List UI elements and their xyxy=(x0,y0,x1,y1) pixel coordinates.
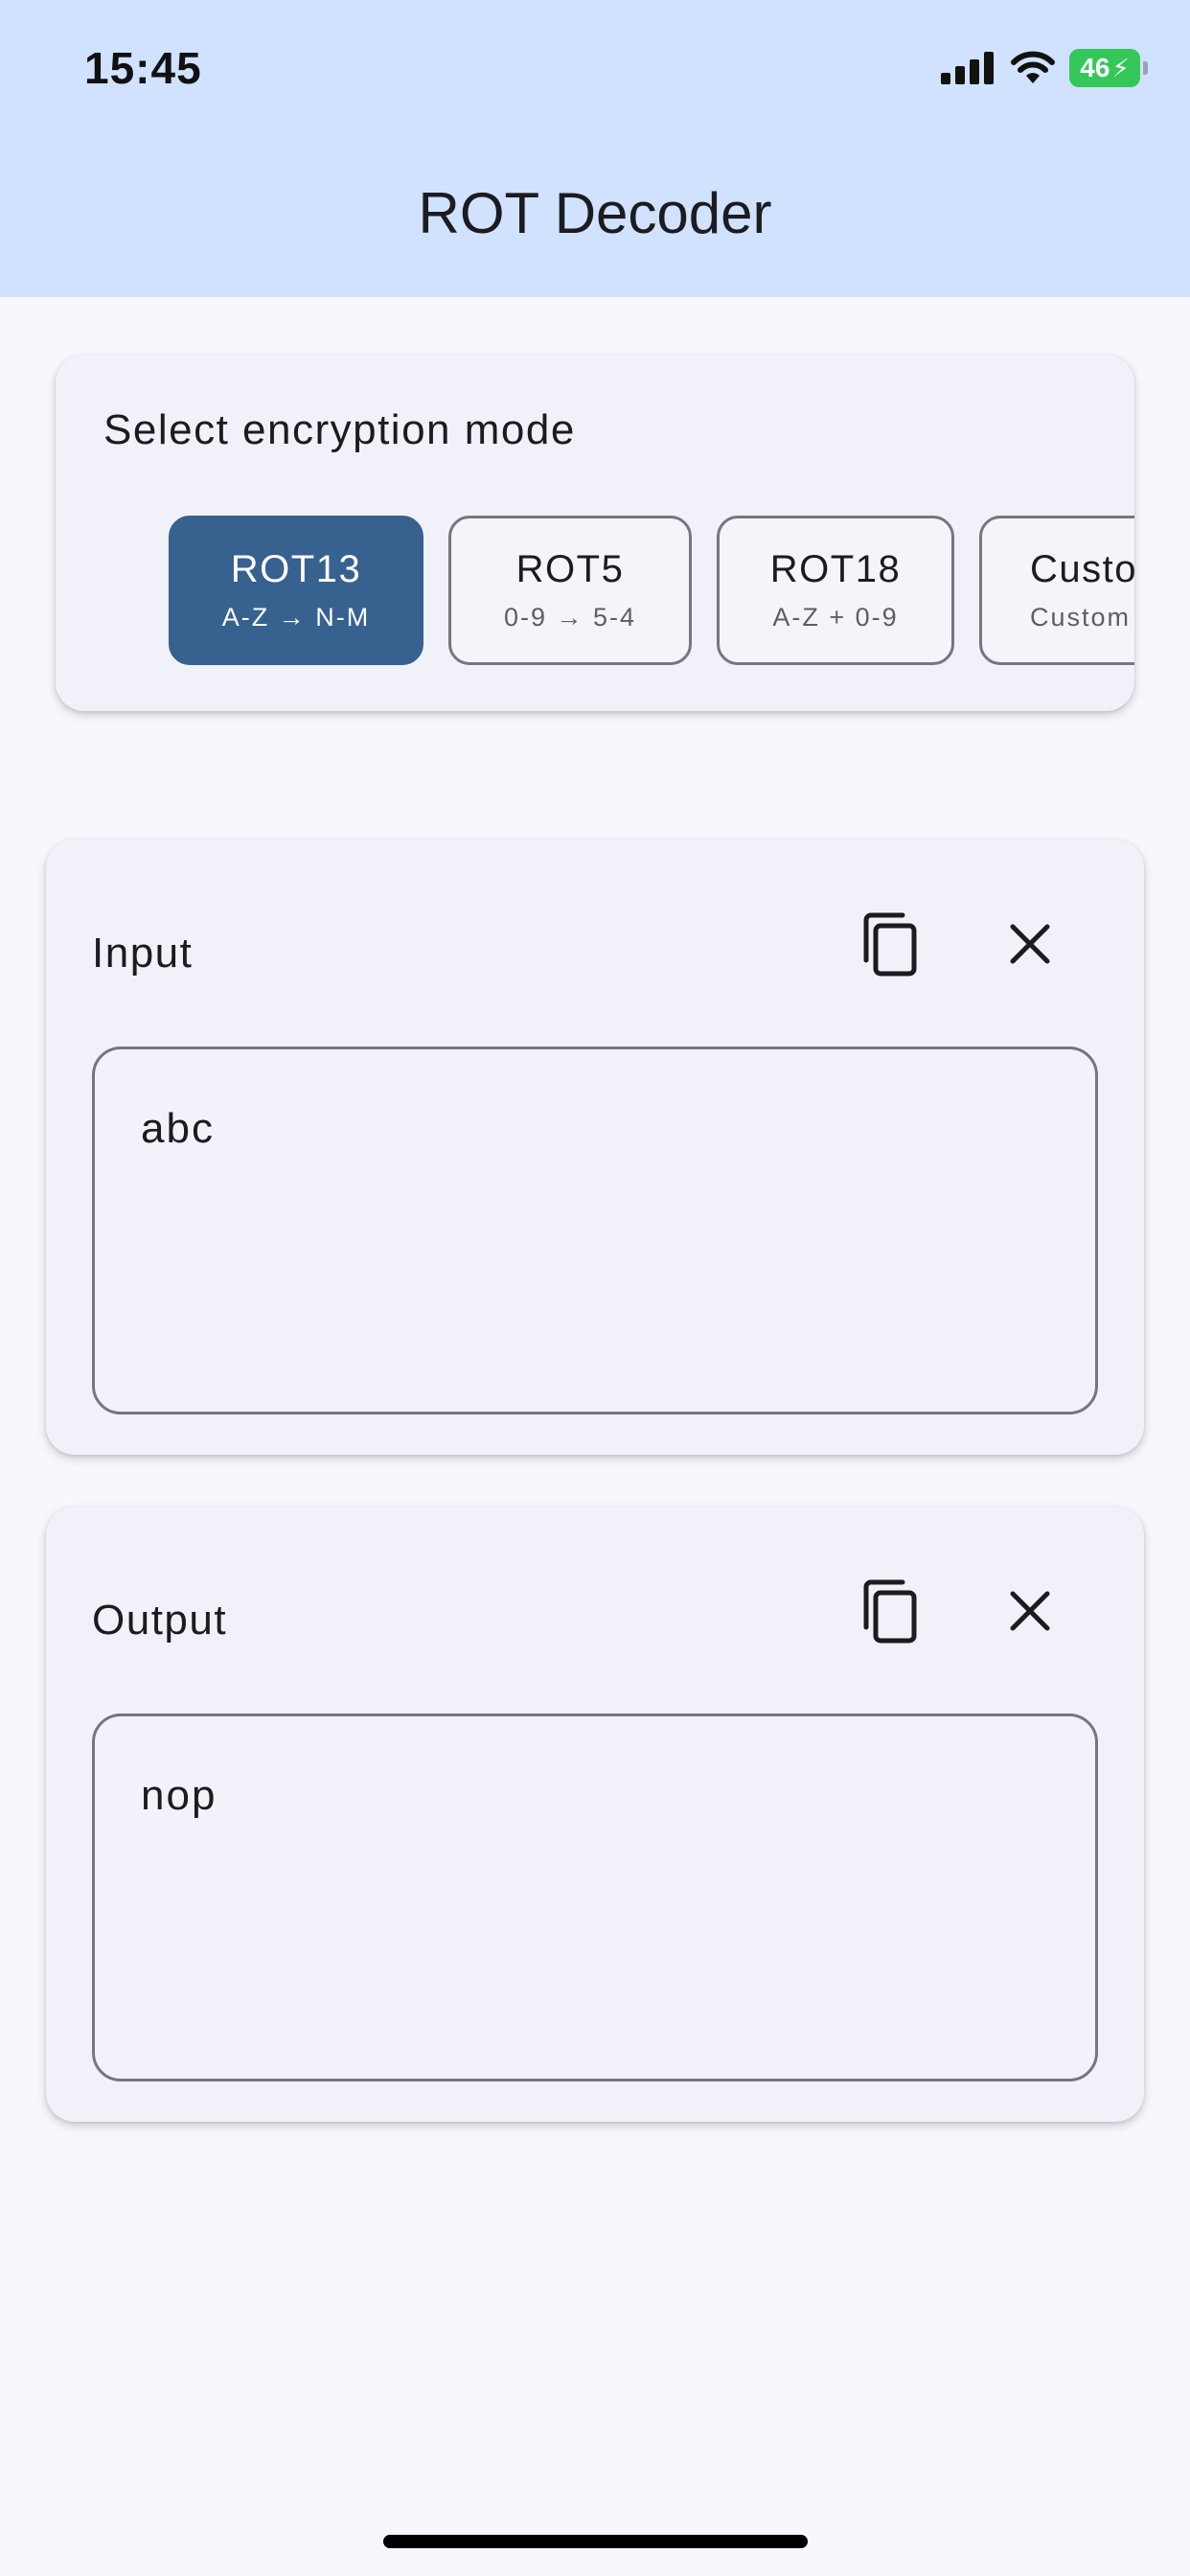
output-copy-button[interactable] xyxy=(847,1568,933,1654)
cellular-signal-icon xyxy=(941,52,994,84)
wifi-icon xyxy=(1011,51,1055,83)
chip-label: ROT13 xyxy=(230,548,362,590)
chip-sublabel: Custom xyxy=(1030,603,1132,632)
input-value: abc xyxy=(141,1105,215,1152)
chip-sublabel: A-Z → N-M xyxy=(221,603,371,632)
chip-label: ROT18 xyxy=(769,548,902,590)
charging-bolt-icon: ⚡ xyxy=(1111,53,1130,82)
close-icon xyxy=(1010,1591,1050,1631)
input-clear-button[interactable] xyxy=(987,901,1073,987)
status-time: 15:45 xyxy=(84,43,202,93)
home-indicator[interactable] xyxy=(383,2535,808,2548)
close-icon xyxy=(1010,924,1050,964)
mode-chip-rot18[interactable]: ROT18 A-Z + 0-9 xyxy=(717,516,954,665)
input-title: Input xyxy=(92,930,194,977)
app-header: 15:45 46 ⚡ ROT Decoder xyxy=(0,0,1190,297)
chip-label: Custo xyxy=(1030,548,1134,590)
chip-sublabel: A-Z + 0-9 xyxy=(772,603,899,632)
status-icons: 46 ⚡ xyxy=(941,46,1148,90)
output-text-field[interactable]: nop xyxy=(92,1714,1098,2082)
input-text-field[interactable]: abc xyxy=(92,1046,1098,1414)
chip-label: ROT5 xyxy=(515,548,625,590)
output-value: nop xyxy=(141,1772,217,1819)
mode-chip-custom[interactable]: Custo Custom xyxy=(979,516,1134,665)
copy-icon xyxy=(863,1579,917,1644)
battery-level: 46 xyxy=(1080,53,1110,82)
output-title: Output xyxy=(92,1597,228,1644)
mode-chip-rot13[interactable]: ROT13 A-Z → N-M xyxy=(169,516,423,665)
mode-selector-card: Select encryption mode ROT13 A-Z → N-M R… xyxy=(56,355,1134,711)
mode-chip-rot5[interactable]: ROT5 0-9 → 5-4 xyxy=(448,516,692,665)
output-clear-button[interactable] xyxy=(987,1568,1073,1654)
copy-icon xyxy=(863,912,917,977)
app-screen: 15:45 46 ⚡ ROT Decoder Select encryption … xyxy=(0,0,1190,2576)
mode-chip-list[interactable]: ROT13 A-Z → N-M ROT5 0-9 → 5-4 ROT18 A-Z… xyxy=(113,516,1134,669)
battery-charging-icon: 46 ⚡ xyxy=(1069,49,1148,87)
input-card: Input abc xyxy=(46,840,1144,1455)
chip-sublabel: 0-9 → 5-4 xyxy=(503,603,637,632)
input-copy-button[interactable] xyxy=(847,901,933,987)
output-card: Output nop xyxy=(46,1506,1144,2122)
mode-selector-title: Select encryption mode xyxy=(103,406,576,453)
page-title: ROT Decoder xyxy=(418,181,772,245)
